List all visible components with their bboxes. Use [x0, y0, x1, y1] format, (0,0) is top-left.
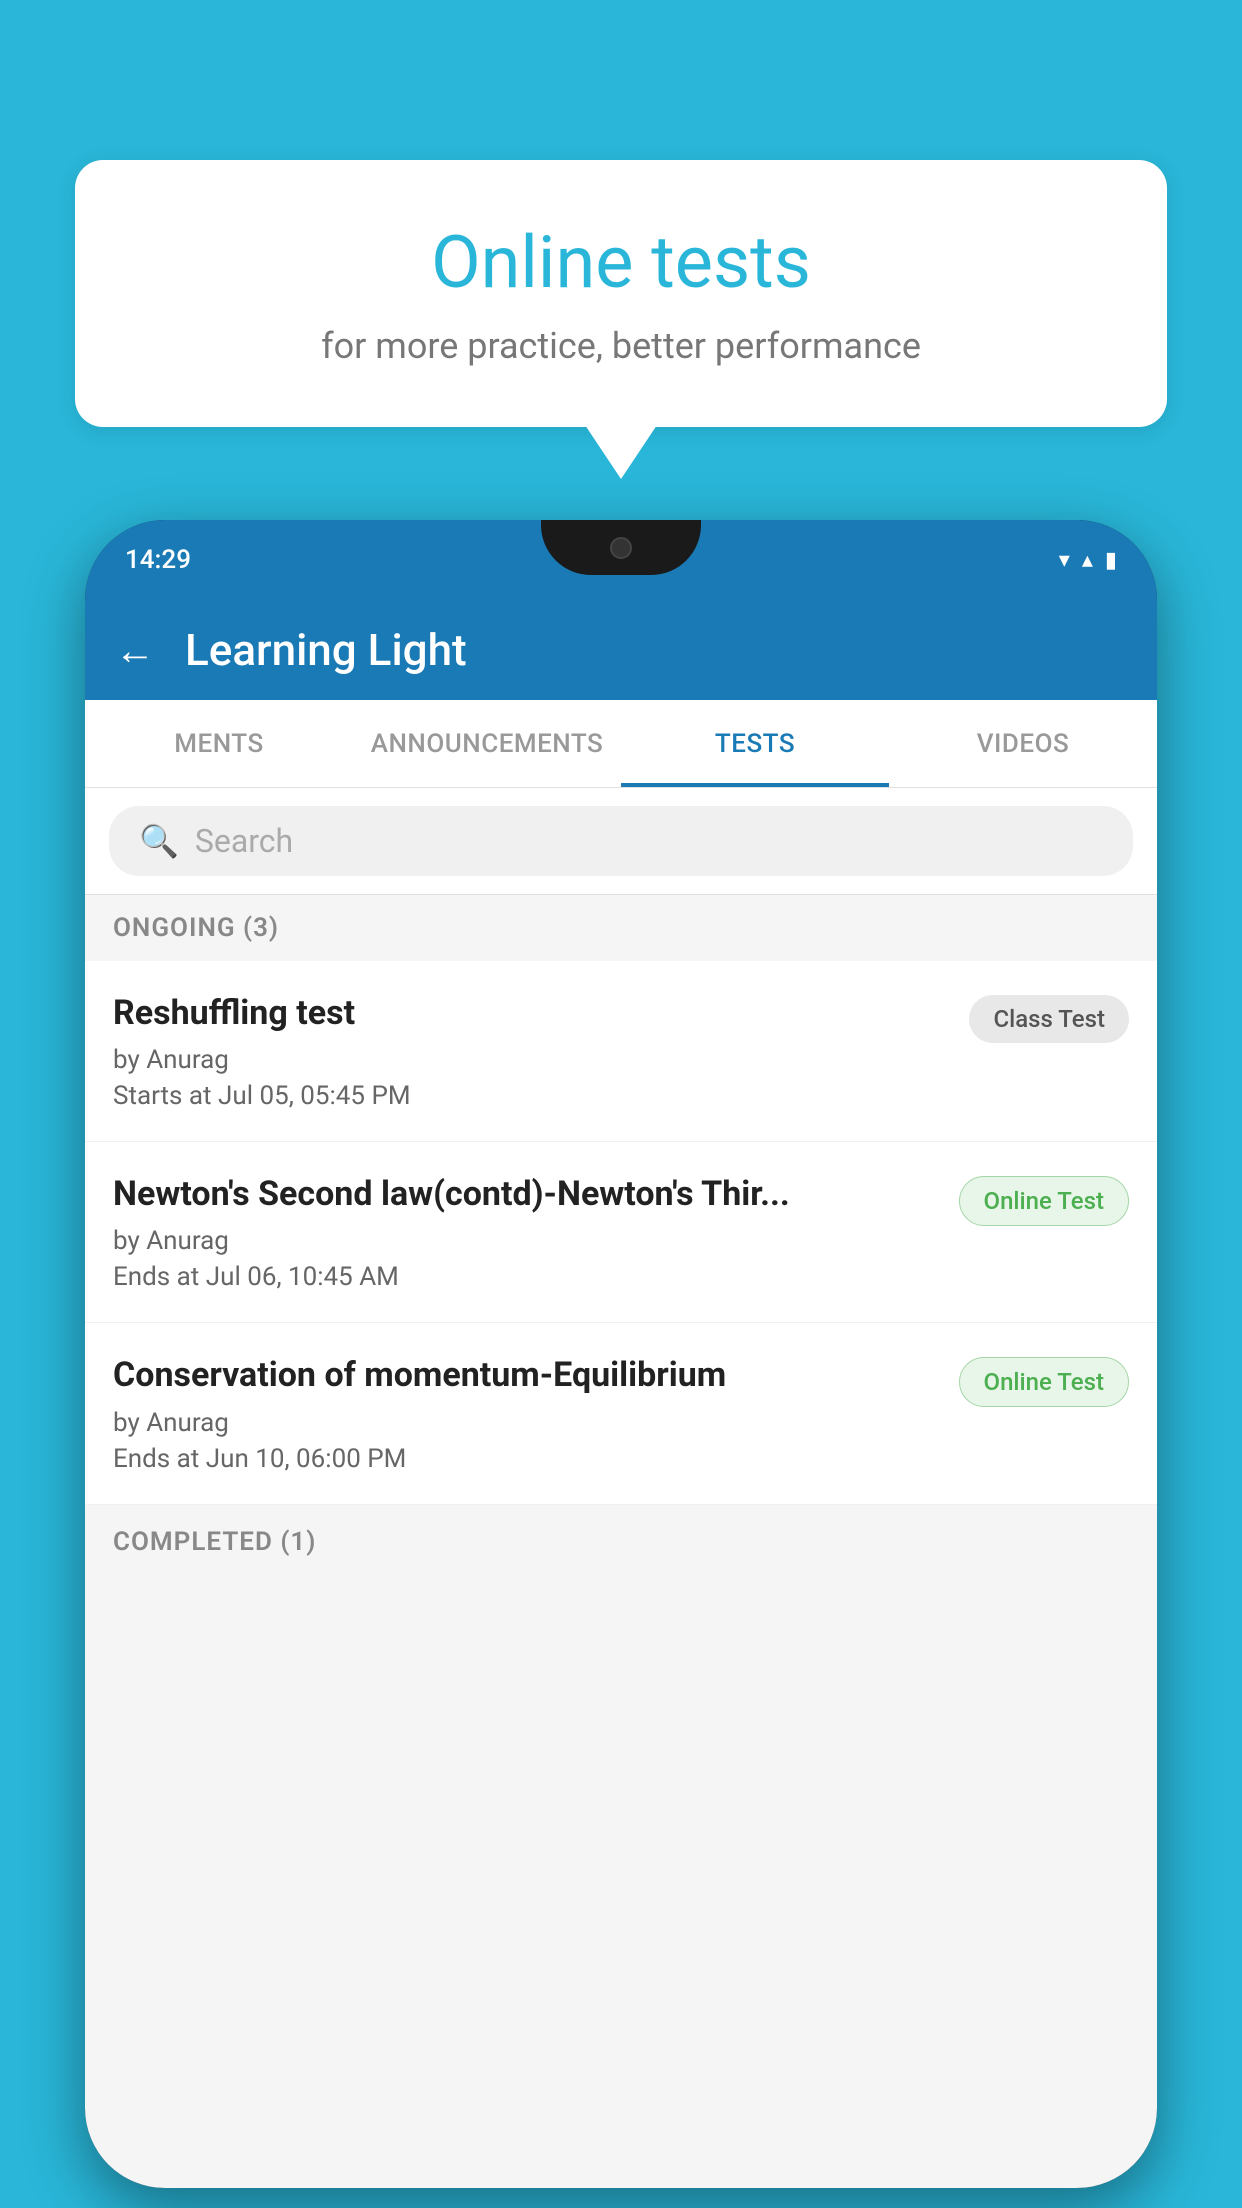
test-date-2: Ends at Jul 06, 10:45 AM	[113, 1262, 939, 1292]
test-date-3: Ends at Jun 10, 06:00 PM	[113, 1444, 939, 1474]
test-badge-1: Class Test	[969, 995, 1129, 1043]
speech-bubble-subtitle: for more practice, better performance	[155, 325, 1087, 367]
test-info-1: Reshuffling test by Anurag Starts at Jul…	[113, 991, 969, 1111]
search-icon: 🔍	[139, 822, 179, 860]
speech-bubble-title: Online tests	[155, 220, 1087, 305]
phone-container: 14:29 ▾ ▴ ▮ ← Learning Light MENTS	[85, 520, 1157, 2188]
status-time: 14:29	[125, 545, 191, 575]
tab-videos[interactable]: VIDEOS	[889, 700, 1157, 787]
ongoing-label: ONGOING (3)	[113, 913, 279, 943]
status-bar: 14:29 ▾ ▴ ▮	[85, 520, 1157, 600]
wifi-icon: ▾	[1059, 548, 1070, 573]
test-item-1[interactable]: Reshuffling test by Anurag Starts at Jul…	[85, 961, 1157, 1142]
search-container: 🔍 Search	[85, 788, 1157, 895]
test-badge-3: Online Test	[959, 1357, 1129, 1407]
test-author-2: by Anurag	[113, 1226, 939, 1256]
signal-icon: ▴	[1082, 548, 1093, 573]
test-list: Reshuffling test by Anurag Starts at Jul…	[85, 961, 1157, 1505]
test-author-1: by Anurag	[113, 1045, 949, 1075]
test-badge-2: Online Test	[959, 1176, 1129, 1226]
ongoing-section-header: ONGOING (3)	[85, 895, 1157, 961]
test-date-1: Starts at Jul 05, 05:45 PM	[113, 1081, 949, 1111]
test-item-3[interactable]: Conservation of momentum-Equilibrium by …	[85, 1323, 1157, 1504]
tabs-bar: MENTS ANNOUNCEMENTS TESTS VIDEOS	[85, 700, 1157, 788]
tab-announcements[interactable]: ANNOUNCEMENTS	[353, 700, 621, 787]
tab-tests[interactable]: TESTS	[621, 700, 889, 787]
test-title-1: Reshuffling test	[113, 991, 949, 1035]
test-author-3: by Anurag	[113, 1408, 939, 1438]
camera-dot	[610, 537, 632, 559]
test-item-2[interactable]: Newton's Second law(contd)-Newton's Thir…	[85, 1142, 1157, 1323]
completed-label: COMPLETED (1)	[113, 1527, 316, 1557]
status-icons: ▾ ▴ ▮	[1059, 548, 1117, 573]
speech-bubble: Online tests for more practice, better p…	[75, 160, 1167, 427]
phone-inner: 14:29 ▾ ▴ ▮ ← Learning Light MENTS	[85, 520, 1157, 2188]
test-title-2: Newton's Second law(contd)-Newton's Thir…	[113, 1172, 939, 1216]
back-button[interactable]: ←	[115, 627, 155, 674]
test-title-3: Conservation of momentum-Equilibrium	[113, 1353, 939, 1397]
tab-ments[interactable]: MENTS	[85, 700, 353, 787]
phone-notch	[541, 520, 701, 575]
search-placeholder-text: Search	[195, 822, 293, 860]
phone-frame: 14:29 ▾ ▴ ▮ ← Learning Light MENTS	[85, 520, 1157, 2188]
speech-bubble-container: Online tests for more practice, better p…	[75, 160, 1167, 427]
test-info-2: Newton's Second law(contd)-Newton's Thir…	[113, 1172, 959, 1292]
search-box[interactable]: 🔍 Search	[109, 806, 1133, 876]
app-bar: ← Learning Light	[85, 600, 1157, 700]
test-info-3: Conservation of momentum-Equilibrium by …	[113, 1353, 959, 1473]
battery-icon: ▮	[1105, 548, 1117, 573]
phone-screen: 🔍 Search ONGOING (3) Reshuffling test by…	[85, 788, 1157, 2188]
completed-section-header: COMPLETED (1)	[85, 1509, 1157, 1575]
app-bar-title: Learning Light	[185, 624, 467, 676]
